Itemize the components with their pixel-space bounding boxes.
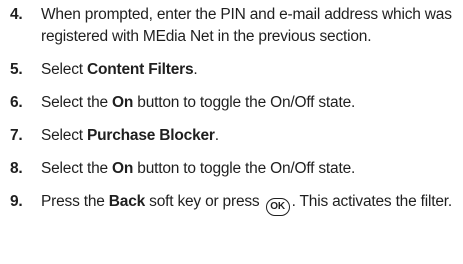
step-text-before: Select bbox=[41, 127, 87, 144]
step-number: 6. bbox=[10, 94, 23, 111]
step-keyword: Purchase Blocker bbox=[87, 127, 215, 144]
step-keyword: On bbox=[112, 160, 134, 177]
step-text-before: Select bbox=[41, 61, 87, 78]
step-text-after: button to toggle the On/Off state. bbox=[133, 94, 356, 111]
step-text-after: button to toggle the On/Off state. bbox=[133, 160, 356, 177]
step-text: Press the Back soft key or press OK. Thi… bbox=[41, 191, 458, 216]
step-text-after: . This activates the filter. bbox=[291, 193, 453, 210]
step-text-middle: soft key or press bbox=[145, 193, 264, 210]
step-text: Select Content Filters. bbox=[41, 59, 458, 81]
step-number: 7. bbox=[10, 127, 23, 144]
instruction-steps: 4. When prompted, enter the PIN and e-ma… bbox=[10, 4, 458, 227]
step-text-after: . bbox=[214, 127, 219, 144]
step-keyword: Content Filters bbox=[87, 61, 194, 78]
step-text: Select the On button to toggle the On/Of… bbox=[41, 158, 458, 180]
step-5: 5. Select Content Filters. bbox=[10, 59, 458, 81]
step-text-before: Press the bbox=[41, 193, 109, 210]
step-4: 4. When prompted, enter the PIN and e-ma… bbox=[10, 4, 458, 48]
ok-key-icon: OK bbox=[265, 198, 290, 216]
step-number: 9. bbox=[10, 193, 23, 210]
step-text-before: Select the bbox=[41, 94, 113, 111]
step-number: 4. bbox=[10, 6, 23, 23]
step-7: 7. Select Purchase Blocker. bbox=[10, 125, 458, 147]
step-number: 5. bbox=[10, 61, 23, 78]
step-8: 8. Select the On button to toggle the On… bbox=[10, 158, 458, 180]
step-keyword: On bbox=[112, 94, 134, 111]
step-text-before: Select the bbox=[41, 160, 113, 177]
step-keyword: Back bbox=[108, 193, 146, 210]
step-6: 6. Select the On button to toggle the On… bbox=[10, 92, 458, 114]
step-text: Select the On button to toggle the On/Of… bbox=[41, 92, 458, 114]
step-text: Select Purchase Blocker. bbox=[41, 125, 458, 147]
step-number: 8. bbox=[10, 160, 23, 177]
step-9: 9. Press the Back soft key or press OK. … bbox=[10, 191, 458, 216]
step-text-after: . bbox=[193, 61, 198, 78]
step-text: When prompted, enter the PIN and e-mail … bbox=[41, 6, 452, 45]
